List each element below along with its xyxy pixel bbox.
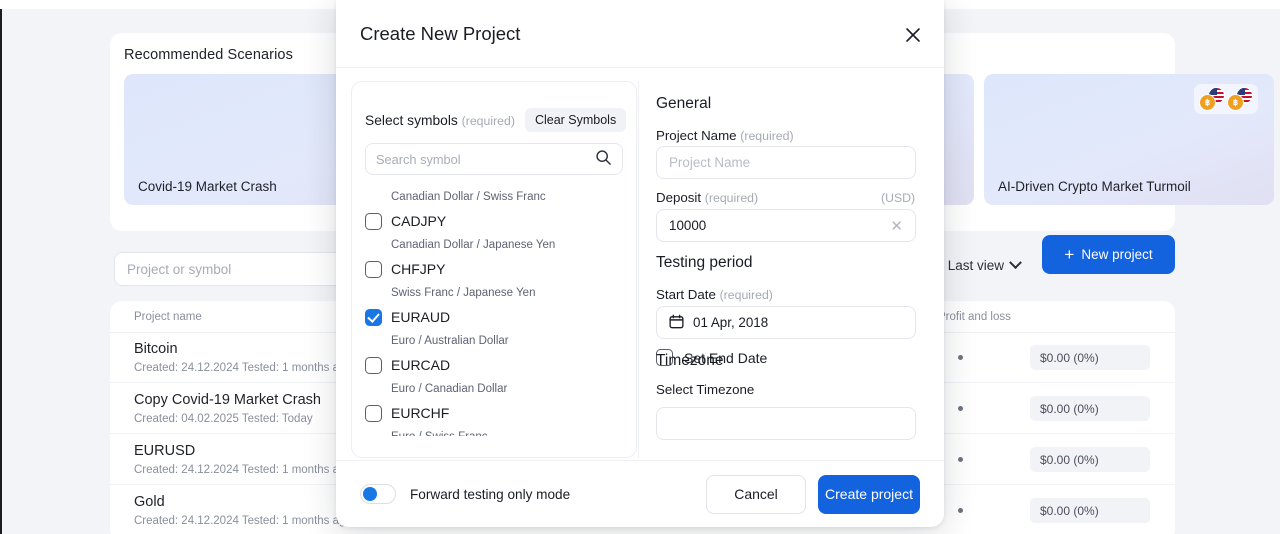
required-hint: (required) [719, 288, 773, 302]
deposit-input[interactable]: 10000 ✕ [656, 209, 916, 242]
modal-title: Create New Project [360, 22, 521, 44]
cancel-button[interactable]: Cancel [706, 474, 806, 514]
symbol-code: EURAUD [391, 309, 451, 325]
required-hint: (required) [461, 113, 515, 128]
symbol-search-input[interactable]: Search symbol [365, 143, 623, 175]
symbol-checkbox-euraud[interactable] [365, 309, 382, 326]
start-date-input[interactable]: 01 Apr, 2018 [656, 306, 916, 339]
symbol-code: EURCHF [391, 405, 450, 421]
forward-testing-label: Forward testing only mode [410, 486, 571, 502]
start-date-value: 01 Apr, 2018 [693, 315, 769, 330]
general-section-title: General [656, 95, 712, 112]
create-project-button[interactable]: Create project [818, 474, 920, 514]
symbol-checkbox-eurchf[interactable] [365, 405, 382, 422]
symbols-header: Select symbols (required) Clear Symbols [365, 108, 627, 132]
project-name-label: Project Name (required) [656, 128, 794, 143]
symbol-description-partial: Canadian Dollar / Swiss Franc [391, 191, 546, 203]
symbol-description: Canadian Dollar / Japanese Yen [391, 239, 556, 251]
symbol-description: Euro / Australian Dollar [391, 335, 509, 347]
required-hint: (required) [740, 129, 794, 143]
symbols-panel: Select symbols (required) Clear Symbols … [351, 81, 637, 458]
symbol-checkbox-chfjpy[interactable] [365, 261, 382, 278]
symbol-list[interactable]: Canadian Dollar / Swiss Franc CADJPY Can… [352, 186, 636, 436]
toggle-knob [363, 487, 377, 501]
symbol-list-item[interactable]: CADJPY Canadian Dollar / Japanese Yen [352, 208, 636, 256]
symbol-list-item[interactable]: EURCAD Euro / Canadian Dollar [352, 352, 636, 400]
modal-footer: Forward testing only mode Cancel Create … [336, 460, 944, 527]
clear-symbols-button[interactable]: Clear Symbols [524, 108, 627, 132]
deposit-label: Deposit (required) [656, 190, 759, 205]
app-root: Recommended Scenarios € ฿ 500 G [0, 0, 1280, 534]
modal-header: Create New Project [336, 0, 944, 68]
symbol-code: CADJPY [391, 213, 447, 229]
search-icon [595, 149, 612, 169]
project-name-placeholder: Project Name [669, 155, 751, 170]
start-date-label: Start Date (required) [656, 287, 773, 302]
symbol-description: Euro / Canadian Dollar [391, 383, 508, 395]
clear-icon[interactable]: ✕ [890, 217, 903, 235]
deposit-value: 10000 [669, 218, 707, 233]
deposit-currency-unit: (USD) [881, 191, 916, 205]
symbol-list-item[interactable]: CHFJPY Swiss Franc / Japanese Yen [352, 256, 636, 304]
timezone-block: Timezone Select Timezone [656, 352, 944, 440]
timezone-select[interactable] [656, 407, 916, 440]
required-hint: (required) [704, 191, 759, 205]
symbol-description: Euro / Swiss Franc [391, 426, 636, 436]
select-symbols-label: Select symbols (required) [365, 112, 515, 128]
testing-period-section-title: Testing period [656, 254, 753, 271]
symbol-list-item[interactable]: EURCHF Euro / Swiss Franc [352, 400, 636, 436]
symbol-code: EURCAD [391, 357, 451, 373]
timezone-title: Timezone [656, 352, 724, 369]
symbol-code: CHFJPY [391, 261, 446, 277]
panel-divider [638, 81, 639, 458]
symbol-checkbox-eurcad[interactable] [365, 357, 382, 374]
symbol-checkbox-cadjpy[interactable] [365, 213, 382, 230]
symbol-description: Swiss Franc / Japanese Yen [391, 287, 536, 299]
calendar-icon [669, 314, 684, 332]
project-name-input[interactable]: Project Name [656, 146, 916, 179]
close-icon[interactable] [900, 22, 926, 48]
symbol-list-item[interactable]: EURAUD Euro / Australian Dollar [352, 304, 636, 352]
select-timezone-label: Select Timezone [656, 382, 755, 397]
symbol-search-placeholder: Search symbol [376, 151, 461, 167]
create-project-modal: Create New Project Select symbols (requi… [336, 0, 944, 527]
forward-testing-toggle[interactable] [360, 484, 396, 504]
